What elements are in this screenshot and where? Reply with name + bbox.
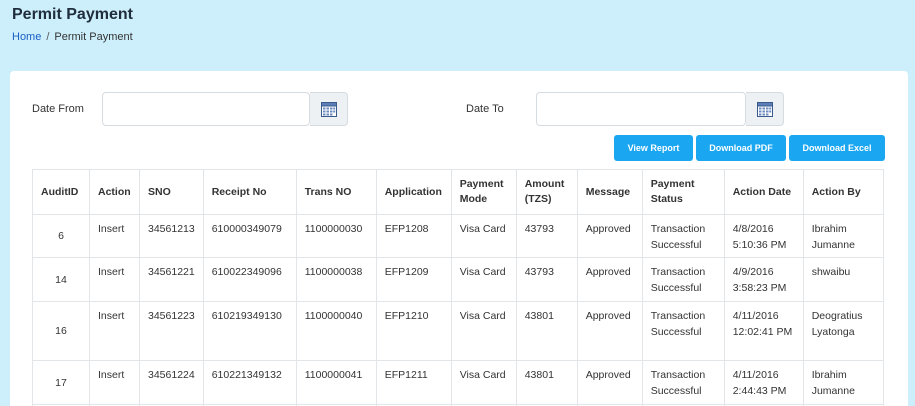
action-date-cell: 4/11/2016 2:44:43 PM (723, 360, 804, 405)
action-cell: Insert (89, 257, 140, 302)
action-by-cell: Deogratius Lyatonga (802, 301, 884, 361)
action-by-cell: shwaibu (802, 257, 884, 302)
amount-cell: 43801 (515, 301, 578, 361)
trans-no-cell: 1100000040 (295, 301, 377, 361)
application-cell: EFP1210 (375, 301, 452, 361)
payment-mode-cell: Visa Card (450, 214, 517, 258)
calendar-icon (320, 101, 337, 117)
payment-status-cell: Transaction Successful (641, 257, 725, 302)
application-cell: EFP1208 (375, 214, 452, 258)
audit-id-cell: 14 (32, 257, 90, 302)
column-header[interactable]: Action By (802, 169, 884, 215)
amount-cell: 43801 (515, 360, 578, 405)
column-header[interactable]: Amount (TZS) (515, 169, 578, 215)
action-by-cell: Ibrahim Jumanne (802, 360, 884, 405)
application-cell: EFP1209 (375, 257, 452, 302)
report-card: Date From Date To View Report Download P… (10, 71, 908, 406)
column-header[interactable]: Message (576, 169, 643, 215)
application-cell: EFP1211 (375, 360, 452, 405)
receipt-no-cell: 610219349130 (202, 301, 297, 361)
table-header-row: AuditID Action SNO Receipt No Trans NO A… (32, 169, 884, 215)
breadcrumb-current: Permit Payment (54, 31, 133, 43)
receipt-no-cell: 610000349079 (202, 214, 297, 258)
receipt-no-cell: 610221349132 (202, 360, 297, 405)
column-header[interactable]: AuditID (32, 169, 90, 215)
payment-status-cell: Transaction Successful (641, 360, 725, 405)
action-date-cell: 4/11/2016 12:02:41 PM (723, 301, 804, 361)
page-title: Permit Payment (12, 6, 133, 23)
table-row: 17 Insert 34561224 610221349132 11000000… (32, 360, 884, 405)
date-from-input[interactable] (102, 92, 310, 126)
column-header[interactable]: SNO (139, 169, 204, 215)
table-row: 16 Insert 34561223 610219349130 11000000… (32, 301, 884, 361)
table-row: 14 Insert 34561221 610022349096 11000000… (32, 257, 884, 302)
trans-no-cell: 1100000030 (295, 214, 377, 258)
sno-cell: 34561223 (139, 301, 204, 361)
message-cell: Approved (576, 214, 643, 258)
column-header[interactable]: Payment Mode (450, 169, 517, 215)
message-cell: Approved (576, 360, 643, 405)
calendar-icon (756, 101, 773, 117)
audit-id-cell: 16 (32, 301, 90, 361)
sno-cell: 34561224 (139, 360, 204, 405)
action-cell: Insert (89, 214, 140, 258)
action-cell: Insert (89, 301, 140, 361)
message-cell: Approved (576, 301, 643, 361)
payment-mode-cell: Visa Card (450, 301, 517, 361)
amount-cell: 43793 (515, 257, 578, 302)
payment-status-cell: Transaction Successful (641, 301, 725, 361)
action-date-cell: 4/8/2016 5:10:36 PM (723, 214, 804, 258)
download-excel-button[interactable]: Download Excel (789, 135, 885, 161)
download-pdf-button[interactable]: Download PDF (696, 135, 786, 161)
action-cell: Insert (89, 360, 140, 405)
trans-no-cell: 1100000041 (295, 360, 377, 405)
action-by-cell: Ibrahim Jumanne (802, 214, 884, 258)
breadcrumb-separator: / (46, 31, 50, 43)
message-cell: Approved (576, 257, 643, 302)
column-header[interactable]: Action (89, 169, 140, 215)
view-report-button[interactable]: View Report (614, 135, 693, 161)
trans-no-cell: 1100000038 (295, 257, 377, 302)
column-header[interactable]: Payment Status (641, 169, 725, 215)
sno-cell: 34561221 (139, 257, 204, 302)
audit-id-cell: 17 (32, 360, 90, 405)
receipt-no-cell: 610022349096 (202, 257, 297, 302)
date-to-calendar-button[interactable] (746, 92, 784, 126)
date-to-label: Date To (466, 103, 504, 115)
breadcrumb: Home / Permit Payment (12, 31, 133, 43)
column-header[interactable]: Action Date (723, 169, 804, 215)
payment-status-cell: Transaction Successful (641, 214, 725, 258)
date-to-input[interactable] (536, 92, 746, 126)
date-from-label: Date From (32, 103, 84, 115)
action-date-cell: 4/9/2016 3:58:23 PM (723, 257, 804, 302)
payment-mode-cell: Visa Card (450, 257, 517, 302)
column-header[interactable]: Trans NO (295, 169, 377, 215)
payment-mode-cell: Visa Card (450, 360, 517, 405)
sno-cell: 34561213 (139, 214, 204, 258)
column-header[interactable]: Application (375, 169, 452, 215)
table-row: 6 Insert 34561213 610000349079 110000003… (32, 214, 884, 258)
audit-table: AuditID Action SNO Receipt No Trans NO A… (32, 169, 884, 406)
audit-id-cell: 6 (32, 214, 90, 258)
breadcrumb-home-link[interactable]: Home (12, 31, 41, 43)
column-header[interactable]: Receipt No (202, 169, 297, 215)
amount-cell: 43793 (515, 214, 578, 258)
date-from-calendar-button[interactable] (310, 92, 348, 126)
